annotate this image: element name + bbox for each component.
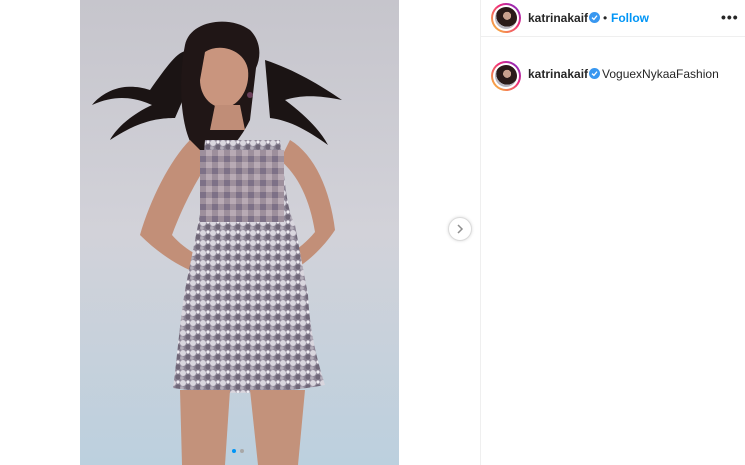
avatar-image [495,65,517,87]
caption-text: VoguexNykaaFashion [602,67,719,81]
more-options-icon[interactable]: ••• [721,9,739,25]
post-photo-illustration [80,0,399,465]
post-header: katrinakaif • Follow ••• [481,0,745,37]
carousel-dot [240,449,244,453]
verified-badge-icon [589,12,600,23]
post-side-panel: katrinakaif • Follow ••• katrinakaif Vog… [480,0,745,465]
follow-button[interactable]: Follow [611,11,649,25]
page-background [0,0,80,465]
caption-username-link[interactable]: katrinakaif [528,67,588,81]
post-image[interactable] [80,0,399,465]
avatar-image [495,7,517,29]
header-separator: • [603,11,608,25]
carousel-next-button[interactable] [448,217,472,241]
carousel-dot-active [232,449,236,453]
verified-badge-icon [589,68,600,79]
carousel-indicator [232,449,244,453]
header-username-link[interactable]: katrinakaif [528,11,588,25]
caption-avatar[interactable] [491,61,521,91]
chevron-right-icon [457,224,464,234]
avatar[interactable] [491,3,521,33]
